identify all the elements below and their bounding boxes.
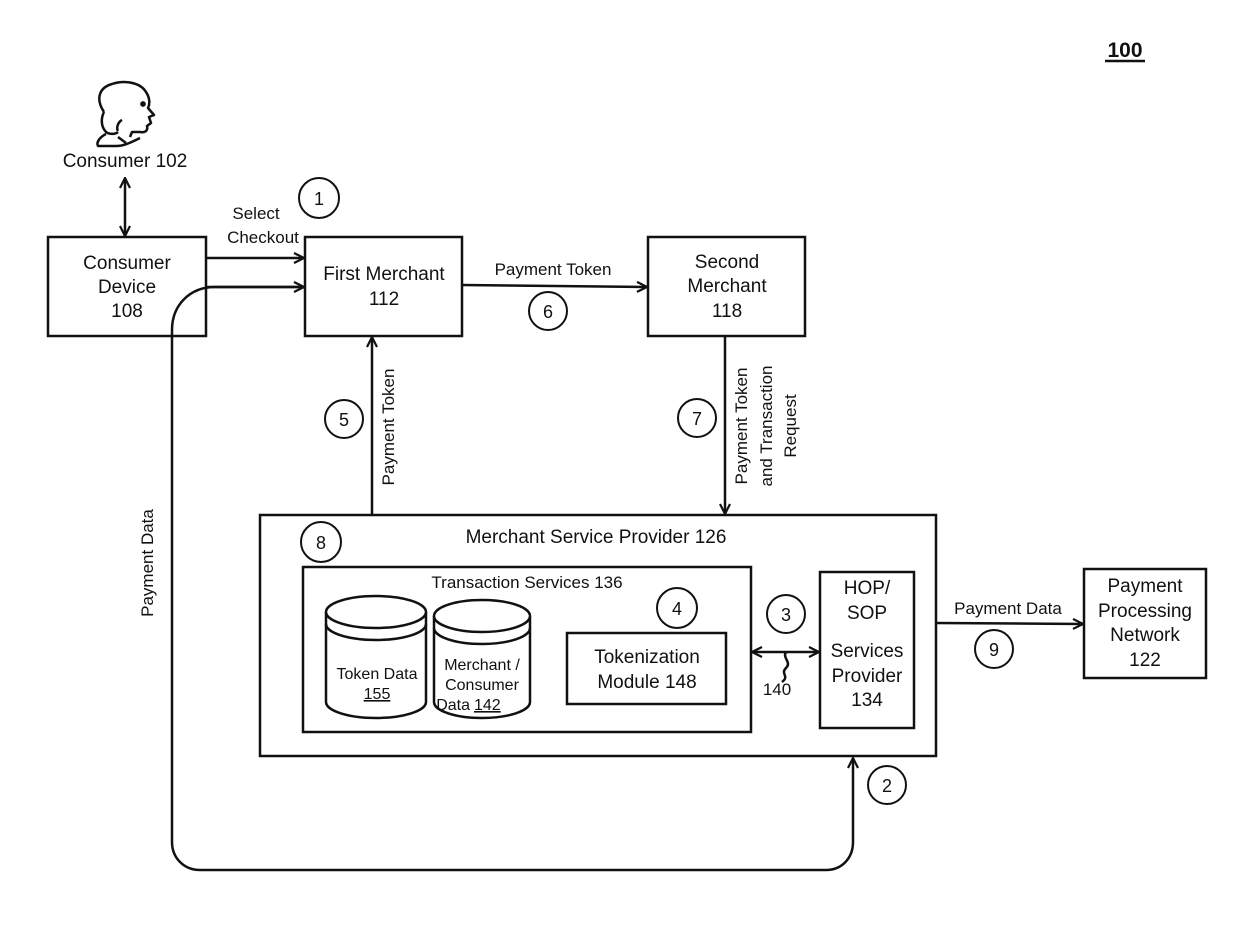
step-3-marker: 3 <box>766 594 806 634</box>
svg-text:3: 3 <box>781 605 791 625</box>
hop-sop-services-provider-box[interactable]: HOP/ SOP Services Provider 134 <box>818 570 916 730</box>
consumer-device-line1: Consumer <box>83 253 171 274</box>
payment-token-transaction-label-line2: and Transaction <box>757 366 776 487</box>
hop-sop-line1: HOP/ <box>844 578 891 599</box>
second-merchant-line2: Merchant <box>687 276 767 297</box>
svg-text:6: 6 <box>543 302 553 322</box>
step-1-marker: 1 <box>298 177 340 219</box>
token-data-database[interactable]: Token Data 155 <box>324 594 428 720</box>
payment-data-left-label: Payment Data <box>138 509 157 617</box>
consumer-label: Consumer 102 <box>63 151 188 172</box>
merchant-consumer-data-line2: Consumer <box>445 677 519 694</box>
first-merchant-box[interactable]: First Merchant 112 <box>303 235 464 338</box>
svg-text:4: 4 <box>672 599 682 619</box>
svg-text:7: 7 <box>692 409 702 429</box>
svg-text:9: 9 <box>989 640 999 660</box>
step-7-marker: 7 <box>677 398 717 438</box>
consumer-device-ref: 108 <box>111 301 143 322</box>
payment-token-arrow-6 <box>461 285 647 287</box>
tokenization-module-line1: Tokenization <box>594 647 700 668</box>
merchant-consumer-data-line3: Data <box>436 697 470 714</box>
token-data-ref: 155 <box>364 686 391 703</box>
transaction-services-label: Transaction Services 136 <box>431 573 622 592</box>
tokenization-module-box[interactable]: Tokenization Module 148 <box>565 631 728 706</box>
merchant-consumer-data-database[interactable]: Merchant / Consumer Data 142 <box>432 598 532 720</box>
second-merchant-box[interactable]: Second Merchant 118 <box>646 235 807 338</box>
payment-processing-line1: Payment <box>1108 576 1184 597</box>
payment-data-label-9: Payment Data <box>954 599 1062 618</box>
hop-sop-line2: SOP <box>847 603 887 624</box>
payment-processing-ref: 122 <box>1129 650 1161 671</box>
step-4-marker: 4 <box>656 587 698 629</box>
payment-flow-diagram: 100 Consumer 102 Consumer Device 108 Sel… <box>46 39 1208 872</box>
first-merchant-name: First Merchant <box>323 264 445 285</box>
second-merchant-line1: Second <box>695 252 759 273</box>
merchant-consumer-data-line1: Merchant / <box>444 657 520 674</box>
select-checkout-label-line2: Checkout <box>227 228 299 247</box>
first-merchant-ref: 112 <box>369 289 399 310</box>
hop-sop-line4: Provider <box>832 666 903 687</box>
second-merchant-ref: 118 <box>712 301 742 322</box>
step-2-marker: 2 <box>867 765 907 805</box>
payment-token-label-6: Payment Token <box>495 260 612 279</box>
consumer-device-box[interactable]: Consumer Device 108 <box>46 235 208 338</box>
consumer-device-line2: Device <box>98 277 156 298</box>
step-5-marker: 5 <box>324 399 364 439</box>
payment-processing-network-box[interactable]: Payment Processing Network 122 <box>1082 567 1208 680</box>
svg-text:1: 1 <box>314 189 324 209</box>
consumer-person-icon <box>96 80 156 148</box>
svg-text:2: 2 <box>882 776 892 796</box>
step-9-marker: 9 <box>974 629 1014 669</box>
merchant-service-provider-label: Merchant Service Provider 126 <box>466 527 727 548</box>
tokenization-module-line2: Module 148 <box>597 672 696 693</box>
payment-token-transaction-label-line3: Request <box>781 394 800 458</box>
merchant-consumer-data-ref: 142 <box>474 697 501 714</box>
link-ref-label: 140 <box>763 680 791 699</box>
svg-text:8: 8 <box>316 533 326 553</box>
step-8-marker: 8 <box>300 521 342 563</box>
step-6-marker: 6 <box>528 291 568 331</box>
figure-number: 100 <box>1107 39 1142 62</box>
payment-token-transaction-label-line1: Payment Token <box>732 368 751 485</box>
select-checkout-label-line1: Select <box>232 204 280 223</box>
svg-text:5: 5 <box>339 410 349 430</box>
payment-data-arrow-9 <box>935 623 1083 624</box>
token-data-label: Token Data <box>337 666 418 683</box>
payment-processing-line2: Processing <box>1098 601 1192 622</box>
hop-sop-line3: Services <box>831 641 904 662</box>
payment-processing-line3: Network <box>1110 625 1180 646</box>
payment-token-label-5: Payment Token <box>379 369 398 486</box>
hop-sop-ref: 134 <box>851 690 883 711</box>
